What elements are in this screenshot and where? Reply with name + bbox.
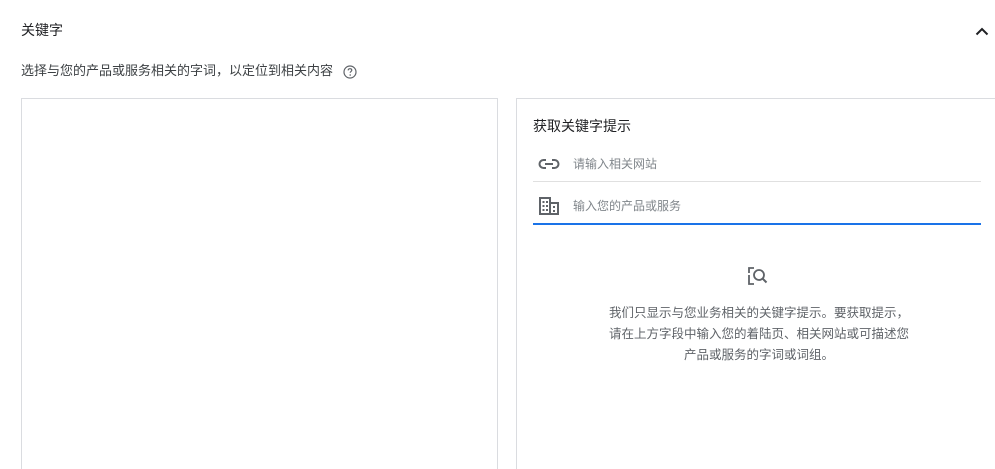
keywords-textarea[interactable]	[22, 99, 497, 469]
help-icon[interactable]	[342, 64, 358, 80]
keyword-suggestions-panel: 获取关键字提示 请输入相关网站 输入您的产品或服务 我们只显示与您业务相关的关键…	[516, 98, 995, 469]
url-field[interactable]	[533, 146, 981, 182]
product-input[interactable]	[573, 199, 953, 213]
link-icon	[537, 152, 561, 176]
suggestions-title: 获取关键字提示	[533, 119, 631, 135]
keywords-section: 关键字 选择与您的产品或服务相关的字词，以定位到相关内容 获取关键字提示 请输入…	[0, 0, 995, 469]
keywords-textarea-container	[21, 98, 498, 469]
url-input[interactable]	[573, 156, 953, 171]
business-building-icon	[537, 194, 561, 218]
product-field[interactable]	[533, 189, 981, 225]
search-document-icon	[746, 264, 770, 288]
section-title: 关键字	[21, 23, 63, 39]
collapse-button[interactable]	[972, 21, 992, 41]
subtitle-text: 选择与您的产品或服务相关的字词，以定位到相关内容	[21, 64, 334, 79]
chevron-up-icon	[975, 27, 989, 35]
empty-state-text: 我们只显示与您业务相关的关键字提示。要获取提示，请在上方字段中输入您的着陆页、相…	[609, 305, 910, 362]
section-subtitle: 选择与您的产品或服务相关的字词，以定位到相关内容	[21, 62, 358, 82]
